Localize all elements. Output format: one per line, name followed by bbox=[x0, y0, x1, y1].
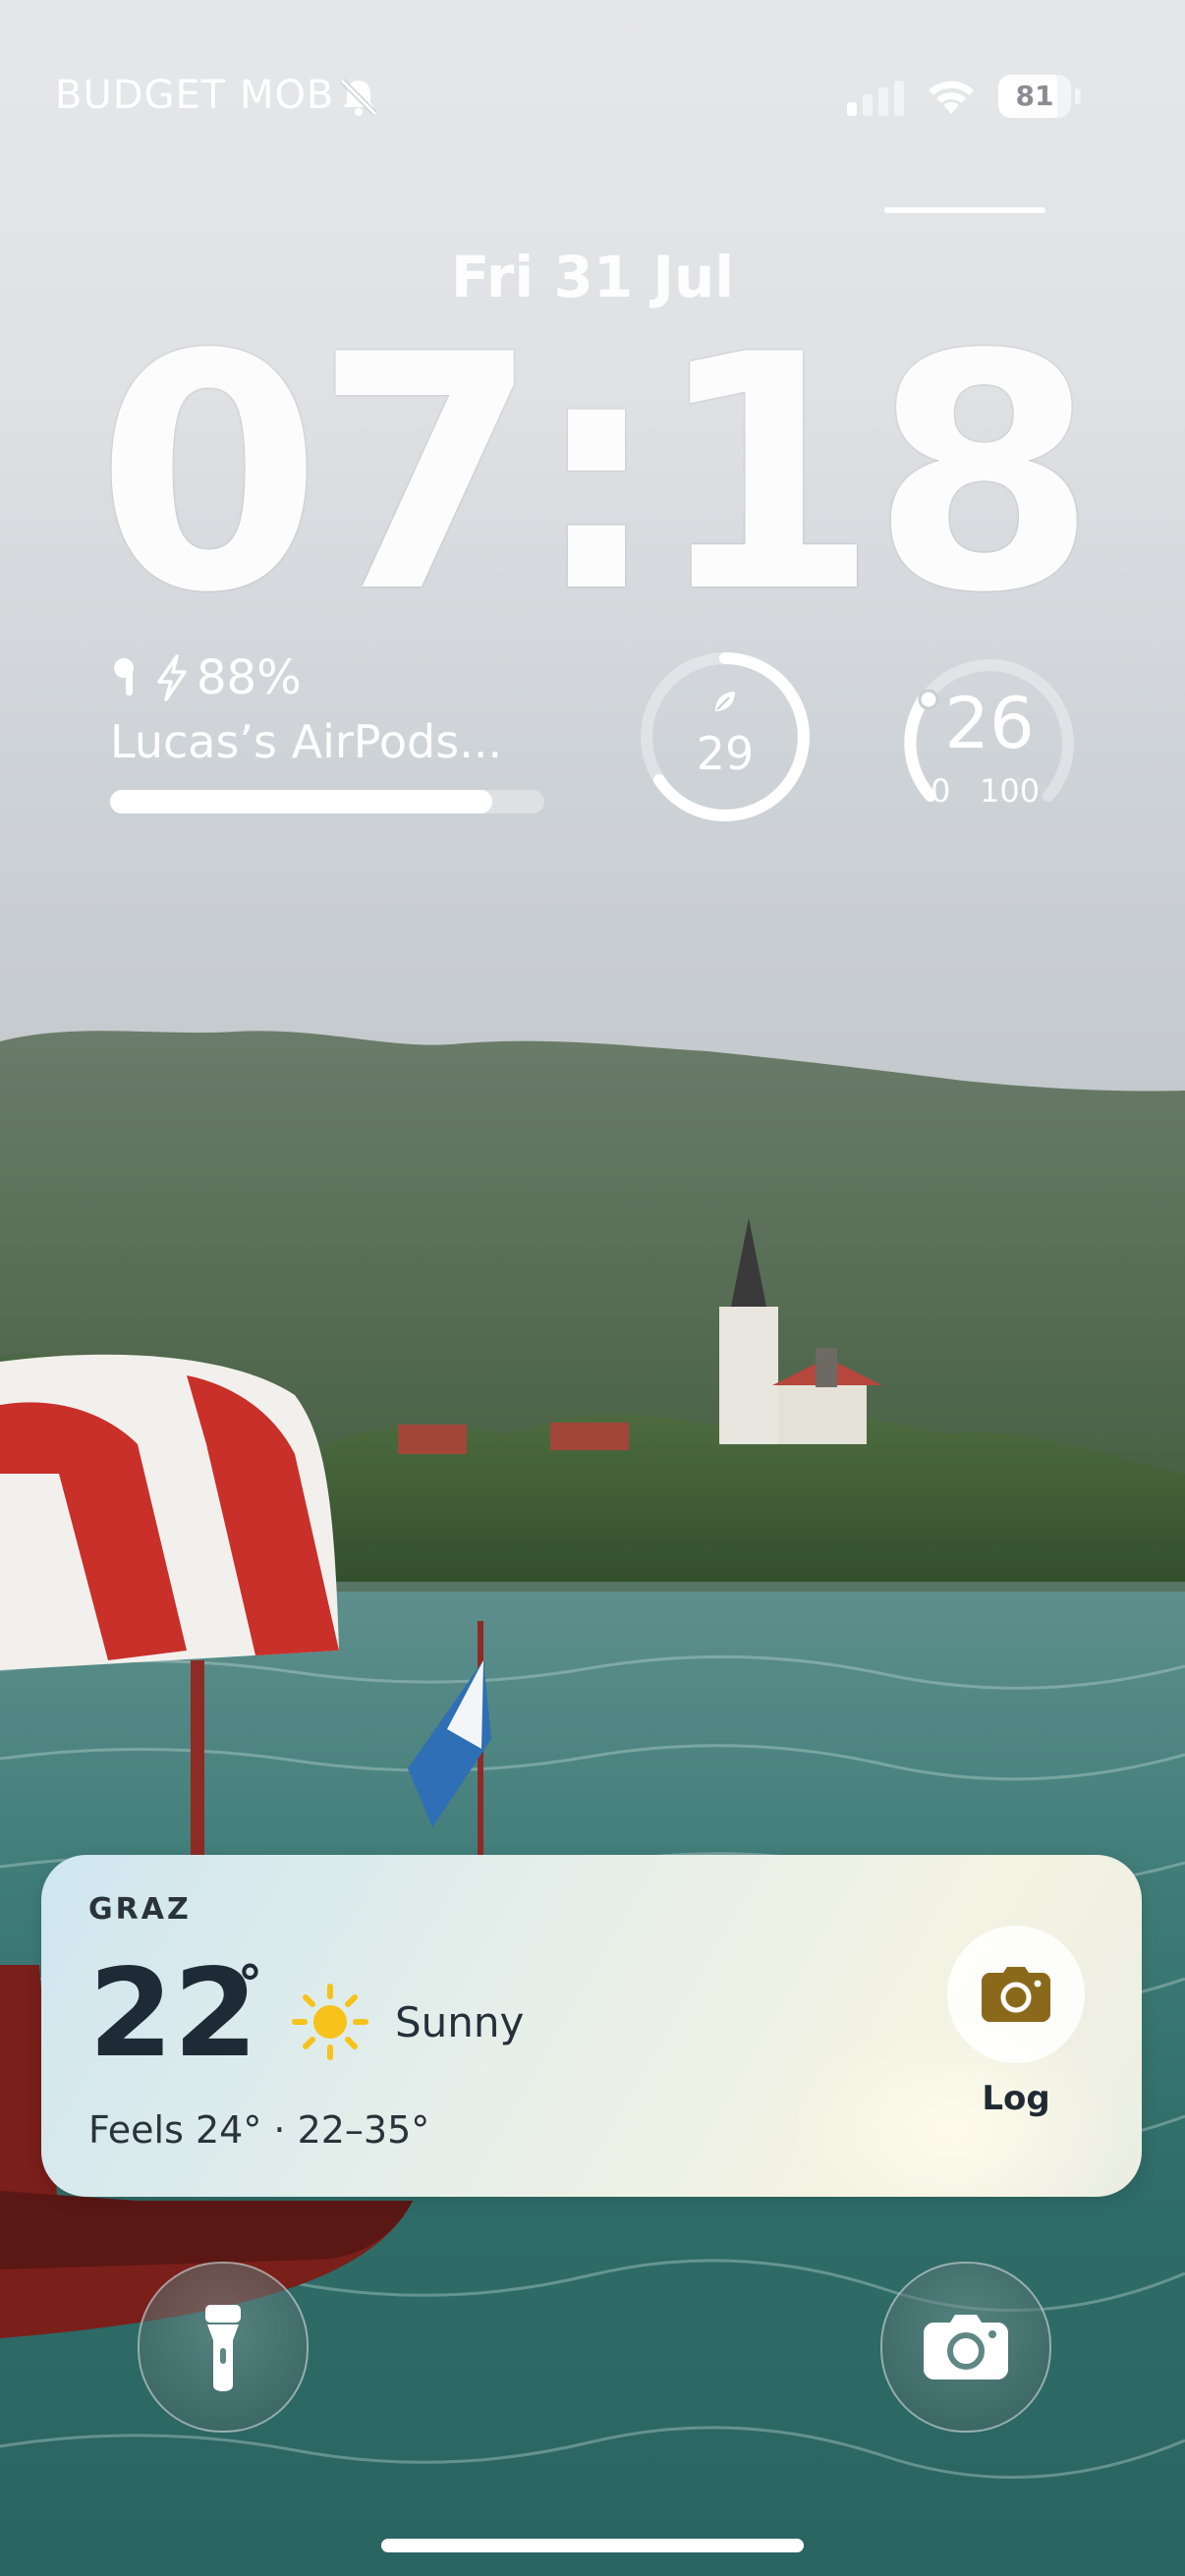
log-button[interactable] bbox=[947, 1926, 1085, 2063]
weather-city: GRAZ bbox=[88, 1892, 192, 1927]
gauge-two-min: 0 bbox=[931, 772, 951, 810]
flashlight-button[interactable] bbox=[138, 2262, 309, 2433]
home-indicator[interactable] bbox=[381, 2539, 804, 2552]
weather-condition: Sunny bbox=[395, 1998, 525, 2046]
camera-icon bbox=[924, 2315, 1008, 2380]
airpods-battery-percent: 88% bbox=[197, 650, 302, 705]
airpods-name: Lucas’s AirPods... bbox=[110, 715, 503, 768]
gauge-widget-range[interactable]: 26 0 100 bbox=[901, 648, 1078, 825]
lock-clock[interactable]: 07:18 bbox=[0, 312, 1185, 637]
weather-temperature: 22 bbox=[88, 1943, 258, 2085]
leaf-icon bbox=[715, 692, 735, 711]
status-bar: BUDGET MOB 81 bbox=[0, 69, 1185, 213]
camera-icon bbox=[982, 1967, 1050, 2022]
gauge-two-max: 100 bbox=[980, 772, 1041, 810]
sun-icon bbox=[292, 1984, 368, 2060]
weather-widget[interactable]: GRAZ 22 ° Sunny Feels 24° · 22–35° Log bbox=[41, 1855, 1142, 2197]
bell-slash-icon bbox=[339, 78, 378, 117]
airpods-battery-bar bbox=[110, 790, 544, 813]
wifi-icon bbox=[929, 81, 974, 114]
camera-button[interactable] bbox=[880, 2262, 1051, 2433]
log-label[interactable]: Log bbox=[947, 2079, 1085, 2118]
status-underline bbox=[884, 207, 1045, 213]
airpods-battery-fill bbox=[110, 790, 492, 813]
airpod-icon bbox=[114, 658, 134, 696]
airpods-battery-widget[interactable]: 88% Lucas’s AirPods... bbox=[108, 650, 550, 817]
flashlight-icon bbox=[205, 2305, 241, 2391]
cellular-signal-icon bbox=[847, 81, 904, 116]
bolt-icon bbox=[157, 654, 187, 701]
battery-percent: 81 bbox=[1015, 80, 1054, 112]
battery-indicator: 81 bbox=[998, 75, 1081, 118]
weather-degree-symbol: ° bbox=[238, 1955, 262, 2012]
gauge-one-value: 29 bbox=[696, 727, 755, 780]
gauge-widget-leaf[interactable]: 29 bbox=[637, 648, 814, 825]
weather-feels-range: Feels 24° · 22–35° bbox=[88, 2108, 430, 2152]
gauge-two-value: 26 bbox=[944, 682, 1035, 764]
carrier-name: BUDGET MOB bbox=[55, 73, 335, 118]
